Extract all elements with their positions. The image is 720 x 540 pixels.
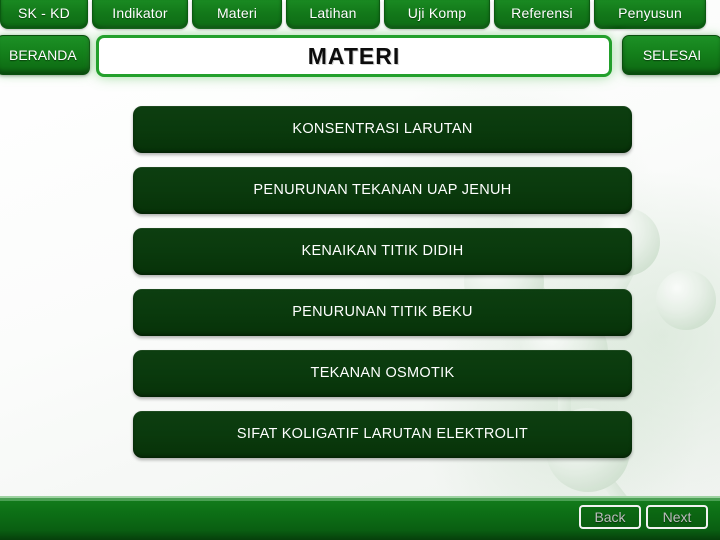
tab-materi[interactable]: Materi bbox=[192, 0, 282, 29]
selesai-button[interactable]: SELESAI bbox=[622, 35, 720, 75]
menu-item-konsentrasi-larutan[interactable]: KONSENTRASI LARUTAN bbox=[133, 106, 632, 153]
materi-menu-list: KONSENTRASI LARUTAN PENURUNAN TEKANAN UA… bbox=[133, 106, 632, 472]
navigation-buttons: Back Next bbox=[579, 505, 708, 529]
top-tab-bar: SK - KD Indikator Materi Latihan Uji Kom… bbox=[0, 0, 720, 29]
tab-latihan[interactable]: Latihan bbox=[286, 0, 380, 29]
next-button[interactable]: Next bbox=[646, 505, 708, 529]
menu-item-kenaikan-titik-didih[interactable]: KENAIKAN TITIK DIDIH bbox=[133, 228, 632, 275]
back-button[interactable]: Back bbox=[579, 505, 641, 529]
beranda-button[interactable]: BERANDA bbox=[0, 35, 90, 75]
tab-sk-kd[interactable]: SK - KD bbox=[0, 0, 88, 29]
tab-referensi[interactable]: Referensi bbox=[494, 0, 590, 29]
menu-item-sifat-koligatif-larutan-elektrolit[interactable]: SIFAT KOLIGATIF LARUTAN ELEKTROLIT bbox=[133, 411, 632, 458]
title-row: BERANDA MATERI SELESAI bbox=[0, 33, 720, 79]
footer-bar: Back Next bbox=[0, 496, 720, 540]
tab-indikator[interactable]: Indikator bbox=[92, 0, 188, 29]
page-title-box: MATERI bbox=[96, 35, 612, 77]
menu-item-tekanan-osmotik[interactable]: TEKANAN OSMOTIK bbox=[133, 350, 632, 397]
slide-canvas: SK - KD Indikator Materi Latihan Uji Kom… bbox=[0, 0, 720, 540]
page-title: MATERI bbox=[307, 42, 401, 69]
menu-item-penurunan-titik-beku[interactable]: PENURUNAN TITIK BEKU bbox=[133, 289, 632, 336]
tab-uji-komp[interactable]: Uji Komp bbox=[384, 0, 490, 29]
tab-penyusun[interactable]: Penyusun bbox=[594, 0, 706, 29]
menu-item-penurunan-tekanan-uap-jenuh[interactable]: PENURUNAN TEKANAN UAP JENUH bbox=[133, 167, 632, 214]
